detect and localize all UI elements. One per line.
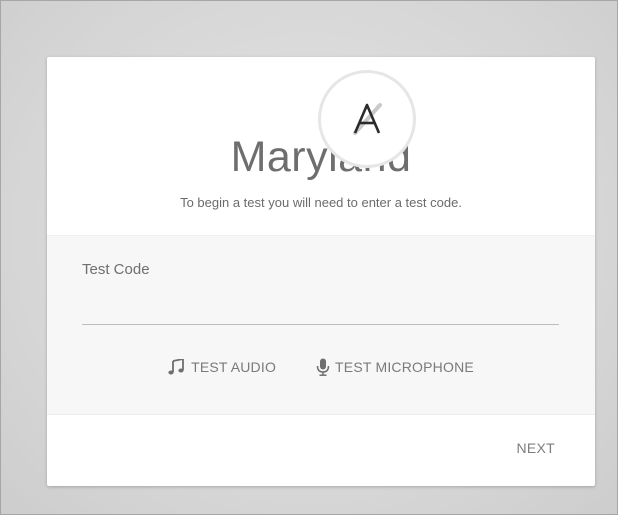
test-code-label: Test Code — [82, 261, 150, 278]
card-footer: NEXT — [47, 415, 595, 486]
login-card: Maryland To begin a test you will need t… — [47, 57, 595, 486]
state-logo-A-icon — [353, 103, 382, 135]
card-header: Maryland To begin a test you will need t… — [47, 57, 595, 235]
test-code-input[interactable] — [82, 286, 559, 325]
page-background: Maryland To begin a test you will need t… — [0, 0, 618, 515]
state-logo — [321, 73, 413, 165]
test-code-form: Test Code TEST AUDIO TEST MICROPHONE — [47, 235, 595, 415]
next-button[interactable]: NEXT — [516, 440, 555, 456]
microphone-icon — [316, 358, 330, 376]
music-note-icon — [168, 359, 186, 375]
device-test-actions: TEST AUDIO TEST MICROPHONE — [47, 354, 595, 380]
page-title: Maryland — [230, 133, 412, 181]
instruction-text: To begin a test you will need to enter a… — [180, 195, 462, 210]
test-audio-label: TEST AUDIO — [191, 359, 277, 375]
test-audio-button[interactable]: TEST AUDIO — [168, 354, 276, 380]
test-microphone-label: TEST MICROPHONE — [335, 359, 474, 375]
test-microphone-button[interactable]: TEST MICROPHONE — [316, 354, 474, 380]
